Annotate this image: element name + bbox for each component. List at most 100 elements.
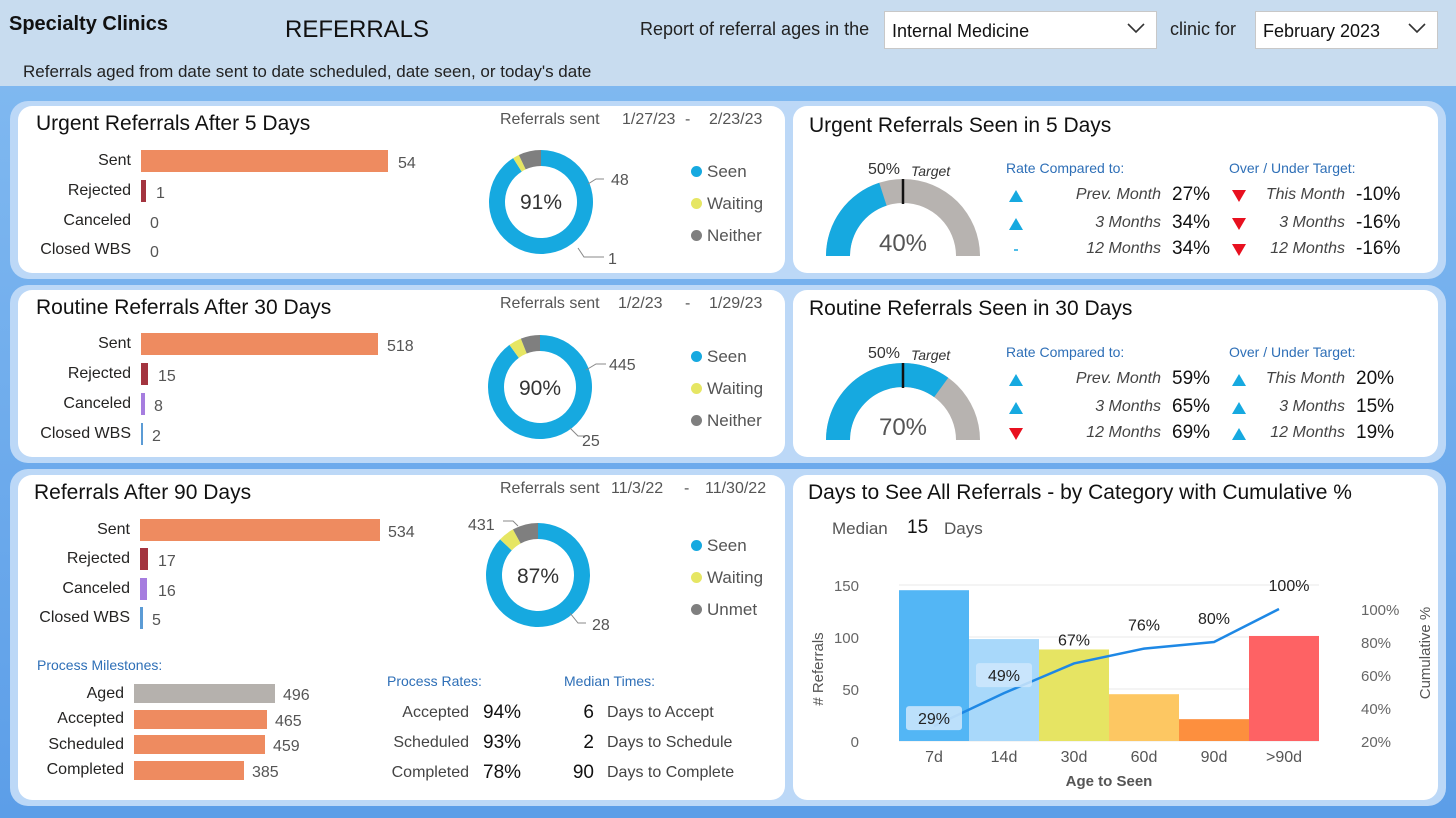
referrals-sent-label: Referrals sent	[500, 480, 600, 497]
x-tick-label: 90d	[1201, 749, 1228, 766]
routine-gauge: 70%	[826, 363, 980, 441]
up-arrow-icon	[1232, 427, 1246, 445]
referrals-sent-label: Referrals sent	[500, 111, 600, 128]
date-from: 11/3/22	[611, 480, 664, 497]
y-tick-label: 150	[834, 578, 859, 595]
row-label: Canceled	[63, 212, 131, 229]
row-label: Sent	[98, 335, 131, 352]
kpi-label: 3 Months	[1095, 214, 1161, 231]
kpi-value: 34%	[1172, 238, 1211, 259]
row-value: 54	[398, 155, 416, 172]
row-label: Rejected	[67, 365, 131, 382]
y2-tick-label: 40%	[1361, 701, 1391, 718]
kpi-value: 34%	[1172, 212, 1211, 233]
milestone-bar	[134, 710, 267, 729]
median-label: Days to Complete	[607, 764, 735, 781]
canceled-bar	[141, 393, 145, 415]
header-bar: Specialty Clinics REFERRALS Report of re…	[0, 0, 1456, 86]
row-value: 17	[158, 553, 176, 570]
days-to-see-chart: 0 50 100 150 20% 40% 60% 80% 100% 7d 14d 30d 60d 90d >…	[810, 578, 1434, 790]
y-axis-label: # Referrals	[810, 632, 827, 705]
kpi-value: -16%	[1356, 238, 1401, 259]
urgent-gauge: 40%	[826, 179, 980, 257]
cumulative-label: 49%	[988, 668, 1020, 685]
urgent-donut-chart: 91% 48 1	[489, 150, 629, 268]
legend-seen: Seen	[691, 347, 747, 367]
milestone-value: 385	[252, 764, 279, 781]
cumulative-label: 100%	[1269, 578, 1310, 595]
milestone-bar	[134, 684, 275, 703]
up-arrow-icon	[1009, 401, 1023, 419]
legend-seen: Seen	[691, 536, 747, 556]
panel-title: Urgent Referrals Seen in 5 Days	[809, 114, 1112, 137]
month-dropdown[interactable]: February 2023	[1255, 11, 1438, 49]
x-tick-label: 7d	[925, 749, 943, 766]
gauge-value: 40%	[879, 230, 927, 257]
panel-title: Urgent Referrals After 5 Days	[36, 112, 311, 135]
kpi-label: 3 Months	[1095, 398, 1161, 415]
row-value: 0	[150, 244, 159, 261]
chevron-down-icon	[1126, 20, 1146, 41]
legend-dot-icon	[691, 351, 702, 362]
rate-label: Completed	[391, 764, 469, 781]
leader-line	[577, 247, 604, 258]
process-rates-header: Process Rates:	[387, 673, 482, 689]
y2-tick-label: 100%	[1361, 602, 1399, 619]
down-arrow-icon	[1009, 427, 1023, 445]
x-tick-label: >90d	[1266, 749, 1302, 766]
row-value: 1	[156, 185, 165, 202]
panel-title: Routine Referrals Seen in 30 Days	[809, 297, 1133, 320]
kpi-label: 3 Months	[1279, 214, 1345, 231]
clinic-dropdown[interactable]: Internal Medicine	[884, 11, 1157, 49]
legend-dot-icon	[691, 540, 702, 551]
target-word: Target	[911, 347, 951, 363]
legend-dot-icon	[691, 415, 702, 426]
rate-label: Accepted	[402, 704, 469, 721]
ninety-donut-chart: 87% 431 28	[468, 517, 610, 634]
referrals-sent-label: Referrals sent	[500, 295, 600, 312]
donut-seen-value: 445	[609, 357, 636, 374]
kpi-label: This Month	[1265, 186, 1345, 203]
legend-dot-icon	[691, 604, 702, 615]
median-value: 2	[583, 732, 594, 753]
legend-waiting: Waiting	[691, 379, 763, 399]
median-value: 90	[572, 762, 594, 783]
date-dash: -	[685, 295, 691, 312]
bar-14d	[969, 639, 1039, 741]
row-value: 534	[388, 524, 415, 541]
target-word: Target	[911, 163, 951, 179]
up-arrow-icon	[1009, 217, 1023, 235]
row-label: Sent	[97, 521, 130, 538]
down-arrow-icon	[1232, 243, 1246, 261]
cumulative-label: 29%	[918, 711, 950, 728]
kpi-label: 12 Months	[1086, 240, 1161, 257]
row-value: 5	[152, 612, 161, 629]
row-value: 15	[158, 368, 176, 385]
legend-dot-icon	[691, 166, 702, 177]
leader-line	[503, 520, 519, 527]
legend-waiting: Waiting	[691, 568, 763, 588]
sent-bar	[141, 333, 378, 355]
closed-bar	[140, 607, 143, 629]
row-label: Rejected	[67, 182, 131, 199]
row-label: Rejected	[66, 550, 130, 567]
rate-value: 93%	[483, 732, 522, 753]
y2-axis-label: Cumulative %	[1417, 607, 1434, 700]
rate-header: Rate Compared to:	[1006, 160, 1125, 176]
row-label: Canceled	[63, 395, 131, 412]
legend-neither: Neither	[691, 411, 762, 431]
milestone-bar	[134, 761, 244, 780]
rate-header: Rate Compared to:	[1006, 344, 1125, 360]
clinic-dropdown-value: Internal Medicine	[892, 21, 1030, 41]
date-to: 11/30/22	[705, 480, 767, 497]
milestone-label: Aged	[86, 685, 124, 702]
milestone-label: Scheduled	[48, 736, 124, 753]
y2-tick-label: 60%	[1361, 668, 1391, 685]
legend-neither: Neither	[691, 226, 762, 246]
gauge-value: 70%	[879, 414, 927, 441]
kpi-label: 12 Months	[1086, 424, 1161, 441]
row-value: 16	[158, 583, 176, 600]
cumulative-label: 80%	[1198, 611, 1230, 628]
x-tick-label: 60d	[1131, 749, 1158, 766]
row-value: 8	[154, 398, 163, 415]
